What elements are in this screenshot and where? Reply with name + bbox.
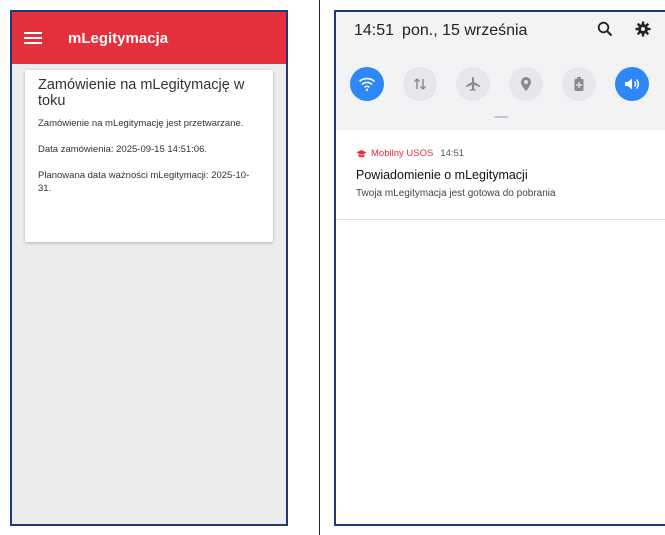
divider xyxy=(319,0,320,535)
location-toggle[interactable] xyxy=(509,67,543,101)
notification-title: Powiadomienie o mLegitymacji xyxy=(356,168,528,182)
sound-icon xyxy=(625,78,639,90)
app-screen: mLegitymacja Zamówienie na mLegitymację … xyxy=(10,10,288,526)
app-title: mLegitymacja xyxy=(68,29,169,47)
airplane-mode-toggle[interactable] xyxy=(456,67,490,101)
battery-saver-toggle[interactable] xyxy=(562,67,596,101)
quick-settings-row xyxy=(350,67,649,101)
notification-app-name: Mobilny USOS xyxy=(371,148,434,159)
airplane-mode-icon xyxy=(466,77,480,91)
wifi-toggle[interactable] xyxy=(350,67,384,101)
location-icon xyxy=(521,77,531,91)
status-date: pon., 15 września xyxy=(402,22,528,39)
app-toolbar: mLegitymacja xyxy=(12,12,286,64)
mobile-data-icon xyxy=(413,77,427,91)
search-icon[interactable] xyxy=(596,20,614,38)
wifi-icon xyxy=(358,77,376,91)
order-status-text: Zamówienie na mLegitymację jest przetwar… xyxy=(38,118,244,129)
card-title: Zamówienie na mLegitymację w toku xyxy=(38,77,245,109)
notification-body: Twoja mLegitymacja jest gotowa do pobran… xyxy=(356,188,556,199)
battery-saver-icon xyxy=(574,77,584,91)
validity-date-text: Planowana data ważności mLegitymacji: 20… xyxy=(38,170,250,194)
order-status-card: Zamówienie na mLegitymację w toku Zamówi… xyxy=(25,70,273,242)
graduation-cap-icon xyxy=(356,149,367,157)
shade-drag-handle[interactable] xyxy=(494,116,508,118)
notification-time: 14:51 xyxy=(440,148,465,159)
notification-shade-screen: 14:51 pon., 15 września Mobilny USOS 14:… xyxy=(334,10,665,526)
status-bar: 14:51 pon., 15 września xyxy=(354,22,527,40)
order-date-text: Data zamówienia: 2025-09-15 14:51:06. xyxy=(38,144,208,155)
notification-header: Mobilny USOS 14:51 xyxy=(356,148,665,159)
quick-settings-panel: 14:51 pon., 15 września xyxy=(336,12,665,130)
sound-toggle[interactable] xyxy=(615,67,649,101)
mobile-data-toggle[interactable] xyxy=(403,67,437,101)
status-time: 14:51 xyxy=(354,22,395,39)
menu-icon[interactable] xyxy=(24,31,42,45)
gear-icon[interactable] xyxy=(634,20,652,38)
notification-card[interactable]: Mobilny USOS 14:51 Powiadomienie o mLegi… xyxy=(336,130,665,220)
